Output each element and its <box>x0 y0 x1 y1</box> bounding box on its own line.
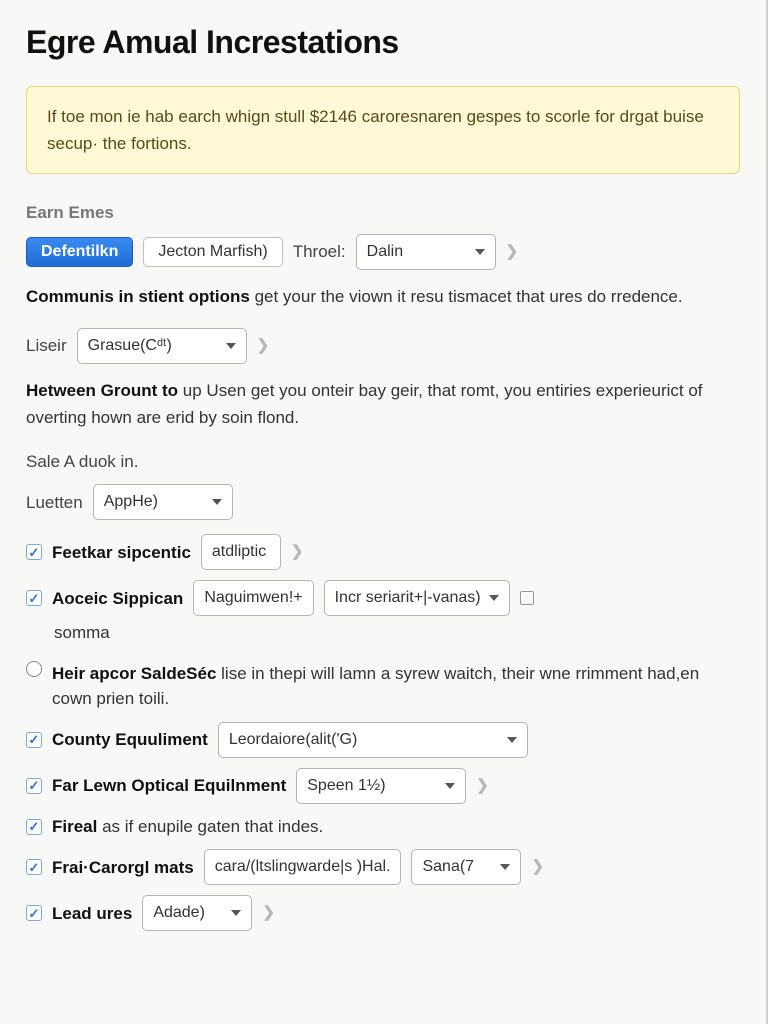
aoceic-select-value: Incr seriarit+|-vanas) <box>335 586 481 610</box>
county-row: County Equuliment Leordaiore(alit('G) <box>26 722 740 758</box>
chevron-down-icon <box>500 864 510 870</box>
communis-rest: get your the viown it resu tismacet that… <box>250 287 683 306</box>
earn-controls-row: Defentilkn Jecton Marfish) Throel: Dalin… <box>26 234 740 270</box>
aoceic-trailing: somma <box>54 620 740 646</box>
help-icon[interactable]: ❯ <box>291 541 304 564</box>
chevron-down-icon <box>226 343 236 349</box>
fireal-rest: as if enupile gaten that indes. <box>97 817 323 836</box>
farlewn-select-value: Speen 1½) <box>307 774 385 798</box>
county-select[interactable]: Leordaiore(alit('G) <box>218 722 528 758</box>
sale-text: Sale A duok in. <box>26 449 740 475</box>
lead-checkbox[interactable] <box>26 905 42 921</box>
luetten-select[interactable]: AppHe) <box>93 484 233 520</box>
chevron-down-icon <box>212 499 222 505</box>
hetween-bold: Hetween Grount to <box>26 381 178 400</box>
luetten-row: Luetten AppHe) <box>26 484 740 520</box>
heir-row: Heir apcor SaldeSéc lise in thepi will l… <box>26 661 740 712</box>
throel-select-value: Dalin <box>367 240 403 264</box>
communis-paragraph: Communis in stient options get your the … <box>26 284 740 310</box>
square-icon[interactable] <box>520 591 534 605</box>
hetween-paragraph: Hetween Grount to up Usen get you onteir… <box>26 378 740 431</box>
frai-row: Frai·Carorgl mats cara/(ltslingwarde|s )… <box>26 849 740 885</box>
chevron-down-icon <box>489 595 499 601</box>
county-label: County Equuliment <box>52 727 208 753</box>
aoceic-input[interactable]: Naguimwen!+ <box>193 580 313 616</box>
farlewn-row: Far Lewn Optical Equilnment Speen 1½) ❯ <box>26 768 740 804</box>
chevron-down-icon <box>445 783 455 789</box>
lead-label: Lead ures <box>52 901 132 927</box>
help-icon[interactable]: ❯ <box>531 856 544 879</box>
lead-select[interactable]: Adade) <box>142 895 252 931</box>
liseir-row: Liseir Grasue(Cᵈᵗ) ❯ <box>26 328 740 364</box>
luetten-select-value: AppHe) <box>104 490 158 514</box>
throel-select[interactable]: Dalin <box>356 234 496 270</box>
defentilkn-button[interactable]: Defentilkn <box>26 237 133 267</box>
lead-row: Lead ures Adade) ❯ <box>26 895 740 931</box>
luetten-label: Luetten <box>26 490 83 516</box>
help-icon[interactable]: ❯ <box>476 775 489 798</box>
help-icon[interactable]: ❯ <box>257 335 270 358</box>
throel-label: Throel: <box>293 239 346 265</box>
frai-select[interactable]: Sana(7 <box>411 849 521 885</box>
county-select-value: Leordaiore(alit('G) <box>229 728 357 752</box>
info-notice: If toe mon ie hab earch whign stull $214… <box>26 86 740 174</box>
feetkar-row: Feetkar sipcentic atdliptic ❯ <box>26 534 740 570</box>
frai-checkbox[interactable] <box>26 859 42 875</box>
help-icon[interactable]: ❯ <box>262 902 275 925</box>
aoceic-label: Aoceic Sippican <box>52 586 183 612</box>
page-title: Egre Amual Increstations <box>26 18 740 66</box>
help-icon[interactable]: ❯ <box>506 241 519 264</box>
aoceic-input-value: Naguimwen!+ <box>204 586 302 610</box>
feetkar-label: Feetkar sipcentic <box>52 540 191 566</box>
communis-bold: Communis in stient options <box>26 287 250 306</box>
aoceic-select[interactable]: Incr seriarit+|-vanas) <box>324 580 510 616</box>
liseir-select[interactable]: Grasue(Cᵈᵗ) <box>77 328 247 364</box>
frai-select-value: Sana(7 <box>422 855 474 879</box>
earn-section-label: Earn Emes <box>26 200 740 226</box>
chevron-down-icon <box>507 737 517 743</box>
fireal-bold: Fireal <box>52 817 97 836</box>
aoceic-row: Aoceic Sippican Naguimwen!+ Incr seriari… <box>26 580 740 616</box>
jecton-marfish-button[interactable]: Jecton Marfish) <box>143 237 282 267</box>
frai-label: Frai·Carorgl mats <box>52 855 194 881</box>
heir-radio[interactable] <box>26 661 42 677</box>
chevron-down-icon <box>475 249 485 255</box>
frai-input[interactable]: cara/(ltslingwarde|s )Hal. <box>204 849 402 885</box>
frai-input-value: cara/(ltslingwarde|s )Hal. <box>215 855 391 879</box>
feetkar-input-value: atdliptic <box>212 540 266 564</box>
fireal-checkbox[interactable] <box>26 819 42 835</box>
aoceic-checkbox[interactable] <box>26 590 42 606</box>
liseir-label: Liseir <box>26 333 67 359</box>
fireal-row: Fireal as if enupile gaten that indes. <box>26 814 740 840</box>
settings-panel: Egre Amual Increstations If toe mon ie h… <box>0 0 768 1024</box>
liseir-select-value: Grasue(Cᵈᵗ) <box>88 334 172 358</box>
lead-select-value: Adade) <box>153 901 205 925</box>
feetkar-checkbox[interactable] <box>26 544 42 560</box>
farlewn-label: Far Lewn Optical Equilnment <box>52 773 286 799</box>
county-checkbox[interactable] <box>26 732 42 748</box>
farlewn-checkbox[interactable] <box>26 778 42 794</box>
farlewn-select[interactable]: Speen 1½) <box>296 768 466 804</box>
feetkar-input[interactable]: atdliptic <box>201 534 281 570</box>
heir-bold: Heir apcor SaldeSéc <box>52 664 216 683</box>
chevron-down-icon <box>231 910 241 916</box>
